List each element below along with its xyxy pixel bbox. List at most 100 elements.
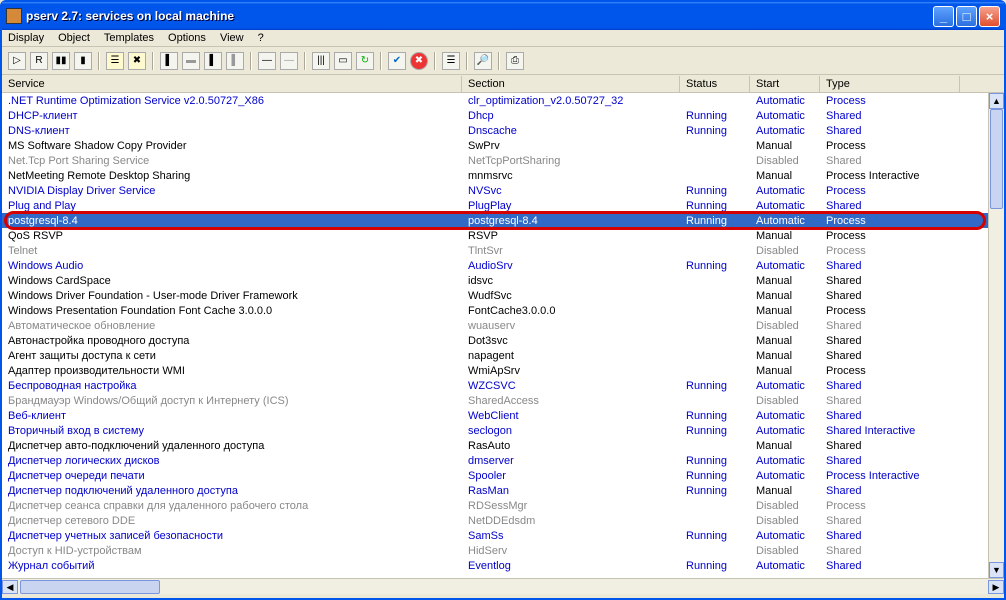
scroll-thumb[interactable] — [990, 109, 1003, 209]
cell-type: Shared — [820, 335, 960, 347]
col-service[interactable]: Service — [2, 76, 462, 92]
cell-type: Shared — [820, 545, 960, 557]
cell-type: Process — [820, 215, 960, 227]
table-row[interactable]: Диспетчер сеанса справки для удаленного … — [2, 498, 1004, 513]
table-row[interactable]: Агент защиты доступа к сетиnapagentManua… — [2, 348, 1004, 363]
table-row[interactable]: Диспетчер учетных записей безопасностиSa… — [2, 528, 1004, 543]
refresh-icon[interactable]: ↻ — [356, 52, 374, 70]
table-row[interactable]: NetMeeting Remote Desktop Sharingmnmsrvc… — [2, 168, 1004, 183]
col-section[interactable]: Section — [462, 76, 680, 92]
cell-service: Брандмауэр Windows/Общий доступ к Интерн… — [2, 395, 462, 407]
cell-start: Disabled — [750, 155, 820, 167]
cell-section: SharedAccess — [462, 395, 680, 407]
table-row[interactable]: NVIDIA Display Driver ServiceNVSvcRunnin… — [2, 183, 1004, 198]
bar2-icon[interactable]: ▬ — [182, 52, 200, 70]
table-row[interactable]: Plug and PlayPlugPlayRunningAutomaticSha… — [2, 198, 1004, 213]
table-row[interactable]: Диспетчер сетевого DDENetDDEdsdmDisabled… — [2, 513, 1004, 528]
table-row[interactable]: Диспетчер логических дисковdmserverRunni… — [2, 453, 1004, 468]
scroll-left-icon[interactable]: ◀ — [2, 580, 18, 594]
cell-start: Manual — [750, 350, 820, 362]
table-row[interactable]: Доступ к HID-устройствамHidServDisabledS… — [2, 543, 1004, 558]
restart-icon[interactable]: R — [30, 52, 48, 70]
doc-icon[interactable]: ▭ — [334, 52, 352, 70]
table-row[interactable]: Windows AudioAudioSrvRunningAutomaticSha… — [2, 258, 1004, 273]
cell-type: Process — [820, 245, 960, 257]
column-headers: Service Section Status Start Type — [2, 75, 1004, 93]
cell-start: Automatic — [750, 125, 820, 137]
col-start[interactable]: Start — [750, 76, 820, 92]
table-row[interactable]: Журнал событийEventlogRunningAutomaticSh… — [2, 558, 1004, 573]
close-button[interactable]: × — [979, 6, 1000, 27]
bar3-icon[interactable]: ▌ — [204, 52, 222, 70]
dash2-icon[interactable]: — — [280, 52, 298, 70]
hscroll-thumb[interactable] — [20, 580, 160, 594]
window-titlebar[interactable]: pserv 2.7: services on local machine _ □… — [2, 2, 1004, 30]
table-row[interactable]: Адаптер производительности WMIWmiApSrvMa… — [2, 363, 1004, 378]
cell-start: Automatic — [750, 185, 820, 197]
table-row[interactable]: Диспетчер авто-подключений удаленного до… — [2, 438, 1004, 453]
properties-icon[interactable]: ☰ — [442, 52, 460, 70]
vertical-scrollbar[interactable]: ▲ ▼ — [988, 93, 1004, 578]
books-icon[interactable]: ▮▮ — [52, 52, 70, 70]
menu-display[interactable]: Display — [8, 32, 44, 44]
table-row[interactable]: Вторичный вход в системуseclogonRunningA… — [2, 423, 1004, 438]
bar1-icon[interactable]: ▌ — [160, 52, 178, 70]
menu-templates[interactable]: Templates — [104, 32, 154, 44]
table-row[interactable]: Net.Tcp Port Sharing ServiceNetTcpPortSh… — [2, 153, 1004, 168]
cell-type: Shared — [820, 320, 960, 332]
cell-service: Веб-клиент — [2, 410, 462, 422]
cell-service: Доступ к HID-устройствам — [2, 545, 462, 557]
book-icon[interactable]: ▮ — [74, 52, 92, 70]
find-icon[interactable]: 🔎 — [474, 52, 492, 70]
cell-start: Manual — [750, 335, 820, 347]
menu-view[interactable]: View — [220, 32, 244, 44]
table-row[interactable]: MS Software Shadow Copy ProviderSwPrvMan… — [2, 138, 1004, 153]
cell-status: Running — [680, 410, 750, 422]
barcode-icon[interactable]: ||| — [312, 52, 330, 70]
play-icon[interactable]: ▷ — [8, 52, 26, 70]
table-row[interactable]: Веб-клиентWebClientRunningAutomaticShare… — [2, 408, 1004, 423]
dash1-icon[interactable]: — — [258, 52, 276, 70]
col-status[interactable]: Status — [680, 76, 750, 92]
table-row[interactable]: Брандмауэр Windows/Общий доступ к Интерн… — [2, 393, 1004, 408]
table-row[interactable]: QoS RSVPRSVPManualProcess — [2, 228, 1004, 243]
table-row[interactable]: DHCP-клиентDhcpRunningAutomaticShared — [2, 108, 1004, 123]
menu-object[interactable]: Object — [58, 32, 90, 44]
cell-section: HidServ — [462, 545, 680, 557]
check-icon[interactable]: ✔ — [388, 52, 406, 70]
menu-help[interactable]: ? — [258, 32, 264, 44]
cancel-icon[interactable]: ✖ — [410, 52, 428, 70]
table-row[interactable]: Диспетчер подключений удаленного доступа… — [2, 483, 1004, 498]
scroll-up-icon[interactable]: ▲ — [989, 93, 1004, 109]
delete-icon[interactable]: ✖ — [128, 52, 146, 70]
maximize-button[interactable]: □ — [956, 6, 977, 27]
table-row[interactable]: Автонастройка проводного доступаDot3svcM… — [2, 333, 1004, 348]
table-row[interactable]: DNS-клиентDnscacheRunningAutomaticShared — [2, 123, 1004, 138]
export-icon[interactable]: ☰ — [106, 52, 124, 70]
table-row[interactable]: Автоматическое обновлениеwuauservDisable… — [2, 318, 1004, 333]
scroll-down-icon[interactable]: ▼ — [989, 562, 1004, 578]
col-type[interactable]: Type — [820, 76, 960, 92]
minimize-button[interactable]: _ — [933, 6, 954, 27]
table-row[interactable]: postgresql-8.4postgresql-8.4RunningAutom… — [2, 213, 1004, 228]
table-row[interactable]: Диспетчер очереди печатиSpoolerRunningAu… — [2, 468, 1004, 483]
menu-options[interactable]: Options — [168, 32, 206, 44]
table-row[interactable]: TelnetTlntSvrDisabledProcess — [2, 243, 1004, 258]
print-icon[interactable]: ⎙ — [506, 52, 524, 70]
table-row[interactable]: Беспроводная настройкаWZCSVCRunningAutom… — [2, 378, 1004, 393]
bar4-icon[interactable]: ▌ — [226, 52, 244, 70]
table-row[interactable]: Windows Driver Foundation - User-mode Dr… — [2, 288, 1004, 303]
table-row[interactable]: Windows CardSpaceidsvcManualShared — [2, 273, 1004, 288]
scroll-right-icon[interactable]: ▶ — [988, 580, 1004, 594]
cell-section: clr_optimization_v2.0.50727_32 — [462, 95, 680, 107]
cell-section: Spooler — [462, 470, 680, 482]
cell-status: Running — [680, 530, 750, 542]
horizontal-scrollbar[interactable]: ◀ ▶ — [2, 578, 1004, 594]
cell-type: Process — [820, 305, 960, 317]
cell-section: RDSessMgr — [462, 500, 680, 512]
table-row[interactable]: Windows Presentation Foundation Font Cac… — [2, 303, 1004, 318]
table-row[interactable]: .NET Runtime Optimization Service v2.0.5… — [2, 93, 1004, 108]
cell-type: Process — [820, 500, 960, 512]
hscroll-track[interactable] — [18, 580, 988, 594]
app-icon — [6, 8, 22, 24]
